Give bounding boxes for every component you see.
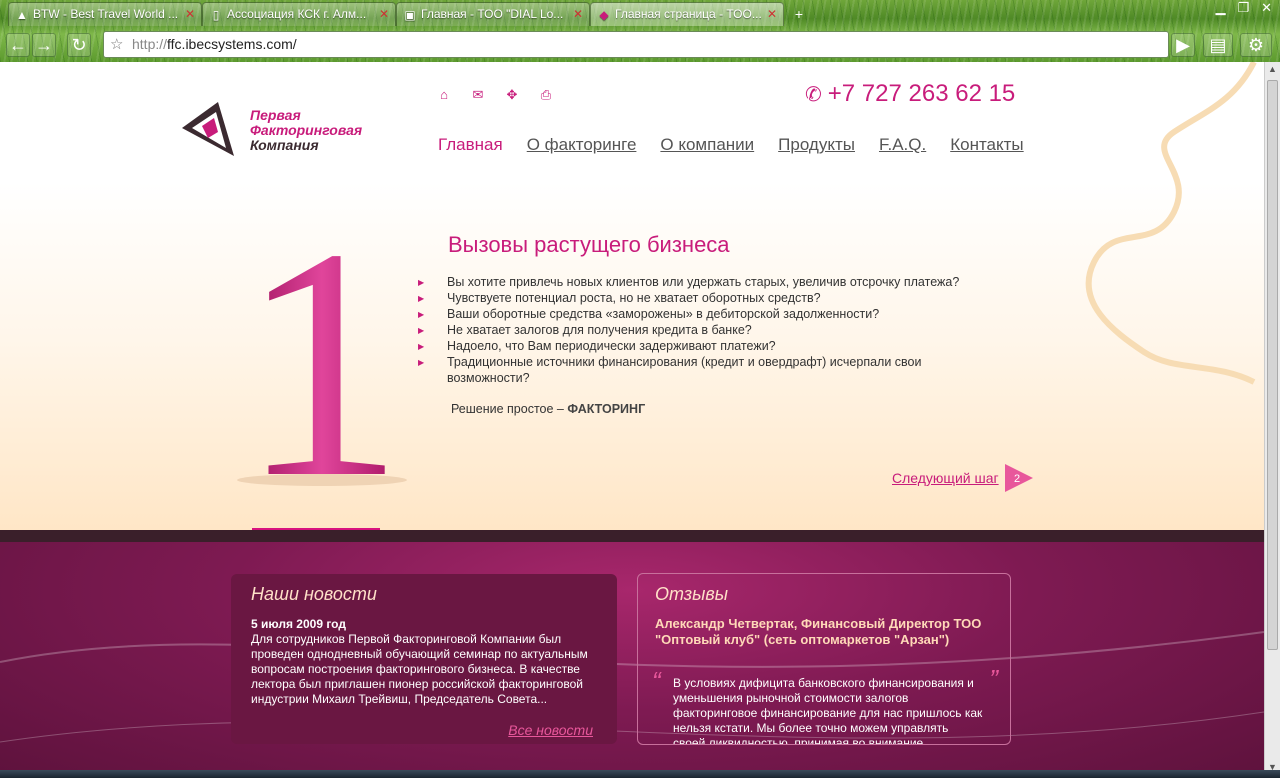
challenges-list: Вы хотите привлечь новых клиентов или уд… [418, 274, 998, 386]
forward-button[interactable]: → [32, 33, 56, 57]
wave-decoration [0, 631, 1264, 743]
open-quote-icon: “ [652, 666, 661, 696]
review-text: В условиях дифицита банковского финансир… [673, 676, 983, 745]
print-icon[interactable]: ⎙ [539, 88, 553, 102]
browser-chrome: ▲ BTW - Best Travel World ... ✕ ▯ Ассоци… [0, 0, 1280, 62]
bookmark-star-icon[interactable]: ☆ [110, 32, 123, 57]
next-step-badge-icon[interactable]: 2 [1003, 462, 1035, 494]
close-tab-icon[interactable]: ✕ [573, 7, 583, 21]
tab-label: Главная страница - ТОО... [615, 7, 762, 21]
browser-toolbar: ← → ↻ ☆ http://ffc.ibecsystems.com/ ▶ ▤ … [0, 28, 1280, 62]
browser-tab-btw[interactable]: ▲ BTW - Best Travel World ... ✕ [8, 2, 202, 26]
hero-title: Вызовы растущего бизнеса [448, 232, 730, 257]
address-bar[interactable]: ☆ http://ffc.ibecsystems.com/ [103, 31, 1169, 58]
list-item: Чувствуете потенциал роста, но не хватае… [418, 290, 998, 307]
minimize-icon[interactable]: ▁ [1215, 0, 1225, 16]
next-step-link[interactable]: Следующий шаг [892, 470, 999, 486]
home-icon[interactable]: ⌂ [437, 88, 451, 102]
logo-text: Первая Факторинговая Компания [250, 108, 362, 153]
tab-label: BTW - Best Travel World ... [33, 7, 179, 21]
menu-item-about-factoring[interactable]: О факторинге [527, 135, 637, 155]
sitemap-icon[interactable]: ✥ [505, 88, 519, 102]
all-news-link[interactable]: Все новости [508, 722, 593, 738]
close-tab-icon[interactable]: ✕ [379, 7, 389, 21]
triangle-icon: ▲ [16, 8, 28, 22]
list-item: Традиционные источники финансирования (к… [418, 354, 998, 386]
solution-prefix: Решение простое – [451, 402, 568, 416]
news-panel: Наши новости 5 июля 2009 год Для сотрудн… [231, 574, 617, 744]
step-number-text: 1 [240, 212, 405, 492]
page-menu-button[interactable]: ▤ [1203, 33, 1233, 57]
close-window-icon[interactable]: ✕ [1261, 0, 1272, 16]
news-date: 5 июля 2009 год [251, 617, 346, 631]
menu-item-contacts[interactable]: Контакты [950, 135, 1023, 155]
tab-strip: ▲ BTW - Best Travel World ... ✕ ▯ Ассоци… [8, 2, 810, 26]
browser-tab-ksk[interactable]: ▯ Ассоциация КСК г. Алм... ✕ [202, 2, 396, 26]
browser-tab-ffc[interactable]: ◆ Главная страница - ТОО... ✕ [590, 2, 784, 26]
divider [0, 530, 1264, 542]
next-step-number: 2 [1014, 473, 1020, 485]
go-button[interactable]: ▶ [1171, 33, 1195, 57]
menu-item-home[interactable]: Главная [438, 135, 503, 155]
wrench-menu-button[interactable]: ⚙ [1240, 33, 1272, 57]
ffc-icon: ◆ [599, 8, 609, 22]
reviews-panel: Отзывы Александр Четвертак, Финансовый Д… [637, 573, 1011, 745]
solution-keyword: ФАКТОРИНГ [567, 402, 646, 416]
logo-line-3: Компания [250, 137, 319, 153]
close-tab-icon[interactable]: ✕ [767, 7, 777, 21]
logo-line-2: Факторинговая [250, 122, 363, 138]
news-text: Для сотрудников Первой Факторинговой Ком… [251, 632, 588, 706]
phone-number: ✆ +7 727 263 62 15 [805, 80, 1015, 108]
menu-item-products[interactable]: Продукты [778, 135, 855, 155]
list-item: Не хватает залогов для получения кредита… [418, 322, 998, 339]
list-item: Вы хотите привлечь новых клиентов или уд… [418, 274, 998, 291]
list-item: Ваши оборотные средства «заморожены» в д… [418, 306, 998, 323]
page-icon: ▯ [212, 8, 220, 22]
logo-puzzle-icon [182, 102, 234, 156]
news-title: Наши новости [251, 584, 377, 604]
close-quote-icon: ” [989, 664, 998, 694]
puzzle-decoration [1085, 62, 1257, 385]
back-button[interactable]: ← [6, 33, 30, 57]
bottom-section [0, 542, 1264, 778]
utility-icons: ⌂ ✉ ✥ ⎙ [437, 88, 553, 102]
reload-button[interactable]: ↻ [67, 33, 91, 57]
review-author: Александр Четвертак, Финансовый Директор… [655, 616, 982, 647]
menu-item-about-company[interactable]: О компании [660, 135, 754, 155]
mail-icon[interactable]: ✉ [471, 88, 485, 102]
window-controls: ▁ ❐ ✕ [1215, 0, 1272, 16]
menu-item-faq[interactable]: F.A.Q. [879, 135, 926, 155]
company-logo[interactable]: Первая Факторинговая Компания [178, 98, 378, 162]
scroll-thumb[interactable] [1267, 80, 1278, 650]
url-host: ffc.ibecsystems.com/ [167, 36, 297, 52]
tab-label: Ассоциация КСК г. Алм... [227, 7, 367, 21]
vertical-scrollbar[interactable]: ▲ ▼ [1264, 62, 1280, 778]
web-page: Первая Факторинговая Компания ⌂ ✉ ✥ ⎙ ✆ +… [0, 62, 1264, 778]
browser-tab-dial[interactable]: ▣ Главная - ТОО "DIAL Lo... ✕ [396, 2, 590, 26]
logo-line-1: Первая [250, 107, 301, 123]
reviews-title: Отзывы [655, 584, 729, 604]
phone-icon: ✆ [805, 84, 822, 106]
url-protocol: http:// [132, 36, 168, 52]
list-item: Надоело, что Вам периодически задерживаю… [418, 338, 998, 355]
maximize-icon[interactable]: ❐ [1237, 0, 1249, 16]
close-tab-icon[interactable]: ✕ [185, 7, 195, 21]
dial-icon: ▣ [404, 8, 416, 22]
new-tab-button[interactable]: + [788, 6, 810, 24]
scroll-up-icon[interactable]: ▲ [1267, 64, 1278, 78]
step-number-graphic: 1 [237, 212, 407, 492]
os-taskbar [0, 770, 1280, 778]
solution-text: Решение простое – ФАКТОРИНГ [451, 402, 645, 416]
main-menu: Главная О факторинге О компании Продукты… [438, 135, 1048, 155]
phone-text: +7 727 263 62 15 [827, 80, 1016, 107]
tab-label: Главная - ТОО "DIAL Lo... [421, 7, 564, 21]
